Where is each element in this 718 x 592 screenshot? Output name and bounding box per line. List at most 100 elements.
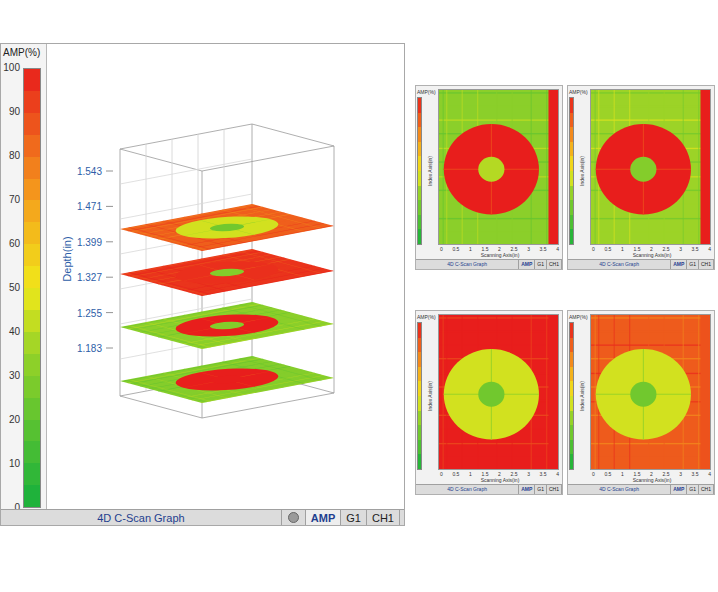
thumb-x-tick: 0 — [440, 471, 443, 477]
depth-layer — [120, 204, 334, 251]
thumb-legend-title: AMP(%) — [569, 89, 588, 95]
thumb-status-tab[interactable]: CH1 — [699, 485, 714, 494]
scan-thumbnail[interactable]: AMP(%)Index Axis(in)00.511.522.533.54Sca… — [567, 85, 715, 270]
legend-tick: 30 — [9, 370, 20, 382]
thumb-x-tick: 2.5 — [511, 471, 518, 477]
legend-tick: 60 — [9, 238, 20, 250]
thumb-status-tab[interactable]: AMP — [671, 260, 687, 269]
thumbnail-grid: AMP(%)Index Axis(in)00.511.522.533.54Sca… — [405, 0, 715, 592]
scan-image — [120, 302, 334, 349]
thumb-x-axis-title: Scanning Axis(in) — [568, 477, 714, 484]
scan-thumbnail[interactable]: AMP(%)Index Axis(in)00.511.522.533.54Sca… — [415, 85, 563, 270]
thumb-scan — [438, 314, 559, 470]
thumb-status-title: 4D C-Scan Graph — [447, 486, 487, 493]
thumb-x-tick: 2 — [650, 246, 653, 252]
color-legend: AMP(%)1009080706050403020100 — [1, 44, 46, 509]
thumb-x-tick: 1 — [621, 246, 624, 252]
scan-image — [439, 90, 558, 245]
thumb-x-tick: 4 — [556, 246, 559, 252]
thumb-status-title: 4D C-Scan Graph — [599, 486, 639, 493]
thumb-y-axis-title: Index Axis(in) — [579, 381, 585, 411]
thumb-status-bar: 4D C-Scan Graph AMPG1CH1 — [416, 484, 562, 494]
thumb-x-tick: 4 — [708, 471, 711, 477]
status-title: 4D C-Scan Graph — [97, 511, 184, 525]
thumb-legend-title: AMP(%) — [417, 89, 436, 95]
scan-image — [591, 315, 710, 470]
thumb-x-tick: 2 — [498, 471, 501, 477]
legend-tick: 90 — [9, 106, 20, 118]
depth-layer — [120, 249, 334, 296]
thumb-x-tick: 2 — [650, 471, 653, 477]
thumb-y-axis-title: Index Axis(in) — [427, 156, 433, 186]
thumb-x-tick: 1 — [469, 246, 472, 252]
thumb-y-axis-title: Index Axis(in) — [427, 381, 433, 411]
depth-tick: 1.183 — [77, 343, 102, 354]
legend-tick: 20 — [9, 414, 20, 426]
thumb-x-tick: 3 — [527, 471, 530, 477]
thumb-x-tick: 3.5 — [692, 246, 699, 252]
app: AMP(%)10090807060504030201001.5431.4711.… — [0, 0, 718, 592]
thumb-x-tick: 2.5 — [663, 246, 670, 252]
status-tab[interactable]: CH1 — [367, 510, 400, 525]
scan-thumbnail[interactable]: AMP(%)Index Axis(in)00.511.522.533.54Sca… — [567, 310, 715, 495]
chart-box — [120, 124, 334, 418]
thumb-x-tick: 0.5 — [452, 471, 459, 477]
thumb-x-tick: 1 — [469, 471, 472, 477]
thumb-status-tab[interactable]: CH1 — [547, 485, 562, 494]
legend-tick: 100 — [3, 62, 20, 74]
thumb-status-tab[interactable]: AMP — [519, 485, 535, 494]
thumb-x-tick: 2 — [498, 246, 501, 252]
scan-image — [591, 90, 710, 245]
thumb-x-tick: 1.5 — [481, 246, 488, 252]
thumb-status-title: 4D C-Scan Graph — [447, 261, 487, 268]
thumb-status-tab[interactable]: CH1 — [547, 260, 562, 269]
thumb-status-tab[interactable]: G1 — [687, 485, 699, 494]
thumb-status-tab[interactable]: G1 — [687, 260, 699, 269]
thumb-x-tick: 3 — [679, 471, 682, 477]
scan-image — [120, 356, 334, 403]
thumb-x-tick: 0 — [592, 246, 595, 252]
depth-chart: 1.5431.4711.3991.3271.2551.183Depth(in) — [47, 44, 404, 507]
thumb-y-axis-title: Index Axis(in) — [579, 156, 585, 186]
thumb-status-title: 4D C-Scan Graph — [599, 261, 639, 268]
status-bar: 4D C-Scan Graph AMPG1CH1 — [1, 509, 404, 525]
legend-tick: 80 — [9, 150, 20, 162]
thumb-x-tick: 2.5 — [663, 471, 670, 477]
thumb-x-tick: 3.5 — [692, 471, 699, 477]
thumb-x-tick: 1.5 — [481, 471, 488, 477]
thumb-x-tick: 3 — [679, 246, 682, 252]
thumb-status-tab[interactable]: CH1 — [699, 260, 714, 269]
legend-bar — [23, 68, 41, 508]
thumb-status-bar: 4D C-Scan Graph AMPG1CH1 — [568, 259, 714, 269]
scan-thumbnail[interactable]: AMP(%)Index Axis(in)00.511.522.533.54Sca… — [415, 310, 563, 495]
thumb-x-tick: 0.5 — [452, 246, 459, 252]
main-graph-panel: AMP(%)10090807060504030201001.5431.4711.… — [0, 43, 405, 526]
legend-tick: 70 — [9, 194, 20, 206]
thumb-legend-bar — [569, 97, 574, 245]
thumb-legend-title: AMP(%) — [569, 314, 588, 320]
legend-tick: 10 — [9, 458, 20, 470]
thumb-x-tick: 1.5 — [633, 471, 640, 477]
thumb-status-bar: 4D C-Scan Graph AMPG1CH1 — [568, 484, 714, 494]
thumb-status-tab[interactable]: AMP — [519, 260, 535, 269]
thumb-x-tick: 1.5 — [633, 246, 640, 252]
thumb-status-tab[interactable]: G1 — [535, 485, 547, 494]
status-circle-icon[interactable] — [288, 512, 299, 523]
thumb-legend-bar — [569, 322, 574, 470]
thumb-x-tick: 0 — [440, 246, 443, 252]
thumb-scan — [590, 89, 711, 245]
legend-title: AMP(%) — [1, 47, 46, 59]
depth-tick: 1.327 — [77, 272, 102, 283]
thumb-status-tab[interactable]: AMP — [671, 485, 687, 494]
thumb-legend-bar — [417, 97, 422, 245]
chart-area: 1.5431.4711.3991.3271.2551.183Depth(in) — [46, 44, 404, 509]
status-tab[interactable]: G1 — [341, 510, 367, 525]
scan-image — [120, 249, 334, 296]
thumb-status-tab[interactable]: G1 — [535, 260, 547, 269]
thumb-x-tick: 0.5 — [604, 471, 611, 477]
status-tab[interactable]: AMP — [306, 510, 341, 525]
depth-tick: 1.255 — [77, 308, 102, 319]
legend-tick: 50 — [9, 282, 20, 294]
thumb-x-tick: 0.5 — [604, 246, 611, 252]
thumb-x-tick: 3.5 — [540, 471, 547, 477]
